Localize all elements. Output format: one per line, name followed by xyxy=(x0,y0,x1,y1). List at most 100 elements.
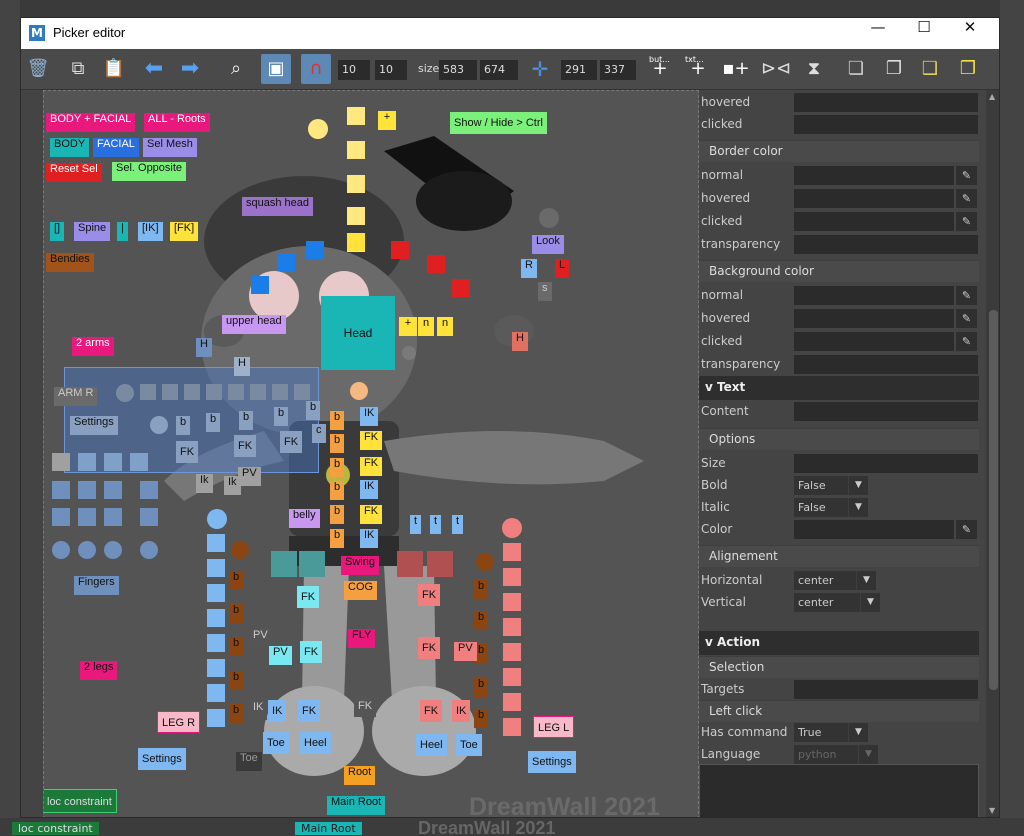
show-hide-ctrl-button[interactable]: Show / Hide > Ctrl xyxy=(450,112,547,134)
color-picker-pen-icon[interactable]: ✎ xyxy=(956,332,977,351)
selection-section[interactable]: Selection xyxy=(699,656,979,678)
arm-b-button-4[interactable]: b xyxy=(274,407,289,426)
belly-button[interactable]: belly xyxy=(289,509,320,528)
scroll-up-arrow-icon[interactable]: ▲ xyxy=(989,92,995,101)
border-transparency-field[interactable] xyxy=(794,235,978,254)
leg-r-column-1[interactable] xyxy=(207,534,225,552)
maximize-button[interactable]: ☐ xyxy=(901,18,947,49)
shoulder-dot-control[interactable] xyxy=(350,382,368,400)
spine-bracket-button[interactable]: [] xyxy=(50,222,65,241)
paste-icon[interactable]: 📋 xyxy=(99,54,129,84)
leg-r-button[interactable]: LEG R xyxy=(157,711,201,733)
brow-control-3[interactable] xyxy=(251,276,269,294)
root-button[interactable]: Root xyxy=(344,766,376,785)
command-code-editor[interactable] xyxy=(699,764,979,817)
hand-control-4[interactable] xyxy=(130,453,148,471)
hand-control-2[interactable] xyxy=(78,453,96,471)
spine-b-button-2[interactable]: b xyxy=(330,434,345,453)
heel-l-button[interactable]: Heel xyxy=(416,734,447,756)
color-picker-pen-icon[interactable]: ✎ xyxy=(956,309,977,328)
border-color-section[interactable]: Border color xyxy=(699,140,979,162)
undo-arrow-icon[interactable]: ⬅ xyxy=(139,54,169,84)
has-command-dropdown[interactable]: True ▼ xyxy=(794,723,868,742)
add-shape-icon[interactable]: ▪+ xyxy=(721,54,751,84)
leg-r-settings-button[interactable]: Settings xyxy=(138,748,186,770)
arm-fk-button-3[interactable]: FK xyxy=(280,431,303,453)
loc-constraint-button[interactable]: loc constraint xyxy=(44,789,117,813)
finger-row-1-4[interactable] xyxy=(140,481,158,499)
foot-fk-button-1[interactable]: FK xyxy=(298,700,321,722)
brow-control-2[interactable] xyxy=(306,241,324,259)
reset-sel-button[interactable]: Reset Sel xyxy=(46,163,102,182)
toe-r-button[interactable]: Toe xyxy=(263,732,289,754)
content-field[interactable] xyxy=(794,402,978,421)
leg-r-column-6[interactable] xyxy=(207,659,225,677)
vertical-dropdown[interactable]: center ▼ xyxy=(794,593,880,612)
hand-control-1[interactable] xyxy=(52,453,70,471)
look-right-button[interactable]: R xyxy=(521,259,537,278)
look-dot-control[interactable] xyxy=(539,208,559,228)
finger-dot-1[interactable] xyxy=(52,541,70,559)
leg-l-dot-control[interactable] xyxy=(502,518,522,538)
layer-front-icon[interactable]: ❒ xyxy=(953,54,983,84)
arm-b-button-1[interactable]: b xyxy=(176,416,191,435)
position-y-field[interactable]: 337 xyxy=(600,60,636,80)
finger-control-6[interactable] xyxy=(250,384,266,400)
size-width-field[interactable]: 583 xyxy=(439,60,477,80)
spine-b-button-3[interactable]: b xyxy=(330,458,345,477)
h-mid-button[interactable]: H xyxy=(234,357,250,376)
leg-r-column-8[interactable] xyxy=(207,709,225,727)
spine-fk-button[interactable]: [FK] xyxy=(170,222,199,241)
head-control-4[interactable] xyxy=(347,207,365,225)
panel-scrollbar[interactable]: ▲ ▼ xyxy=(986,90,999,817)
h-right-button[interactable]: H xyxy=(512,332,528,351)
finger-control-3[interactable] xyxy=(184,384,200,400)
targets-field[interactable] xyxy=(794,680,978,699)
hip-r-control-1[interactable] xyxy=(271,551,297,577)
spine-b-button-1[interactable]: b xyxy=(330,411,345,430)
head-n-button-2[interactable]: n xyxy=(437,317,453,336)
italic-dropdown[interactable]: False ▼ xyxy=(794,498,868,517)
border-normal-field[interactable] xyxy=(794,166,954,185)
leg-r-b-button-4[interactable]: b xyxy=(229,671,244,690)
h-left-button[interactable]: H xyxy=(196,338,212,357)
spine-ik-button-3[interactable]: IK xyxy=(360,529,379,548)
leg-l-b-button-2[interactable]: b xyxy=(474,611,489,630)
leg-fk-button-4[interactable]: FK xyxy=(418,637,441,659)
spine-ik-button-2[interactable]: IK xyxy=(360,480,379,499)
squash-head-button[interactable]: squash head xyxy=(242,197,313,216)
finger-dot-4[interactable] xyxy=(140,541,158,559)
add-text-icon[interactable]: txt... + xyxy=(683,54,713,84)
arm-c-button[interactable]: c xyxy=(312,424,326,443)
hip-r-control-2[interactable] xyxy=(299,551,325,577)
magnet-snap-icon[interactable]: ∩ xyxy=(301,54,331,84)
center-crosshair-icon[interactable]: ✛ xyxy=(525,54,555,84)
sel-opposite-button[interactable]: Sel. Opposite xyxy=(112,162,187,181)
color-picker-pen-icon[interactable]: ✎ xyxy=(956,520,977,539)
body-facial-button[interactable]: BODY + FACIAL xyxy=(46,113,136,132)
head-n-button-1[interactable]: n xyxy=(418,317,434,336)
arm-dot-2[interactable] xyxy=(150,416,168,434)
action-section-header[interactable]: v Action xyxy=(699,631,979,655)
hovered-field[interactable] xyxy=(794,93,978,112)
hand-control-3[interactable] xyxy=(104,453,122,471)
bg-normal-field[interactable] xyxy=(794,286,954,305)
eye-dot-control[interactable] xyxy=(308,119,328,139)
swing-button[interactable]: Swing xyxy=(341,556,379,575)
leg-l-b-button-5[interactable]: b xyxy=(474,709,489,728)
leg-r-b-button-2[interactable]: b xyxy=(229,604,244,623)
spine-ik-button-1[interactable]: IK xyxy=(360,407,379,426)
body-button[interactable]: BODY xyxy=(50,138,90,157)
heel-r-button[interactable]: Heel xyxy=(300,732,331,754)
finger-row-2-3[interactable] xyxy=(104,508,122,526)
arm-ik-button[interactable]: Ik xyxy=(196,474,213,493)
bendies-button[interactable]: Bendies xyxy=(46,253,94,272)
facial-button[interactable]: FACIAL xyxy=(93,138,139,157)
copy-icon[interactable]: ⧉ xyxy=(63,54,93,84)
redo-arrow-icon[interactable]: ➡ xyxy=(175,54,205,84)
horizontal-dropdown[interactable]: center ▼ xyxy=(794,571,876,590)
leg-l-column-1[interactable] xyxy=(503,543,521,561)
leg-fk-button-2[interactable]: FK xyxy=(418,584,441,606)
picker-canvas[interactable]: BODY + FACIAL ALL - Roots Show / Hide > … xyxy=(43,90,699,817)
head-button[interactable]: Head xyxy=(321,296,395,370)
